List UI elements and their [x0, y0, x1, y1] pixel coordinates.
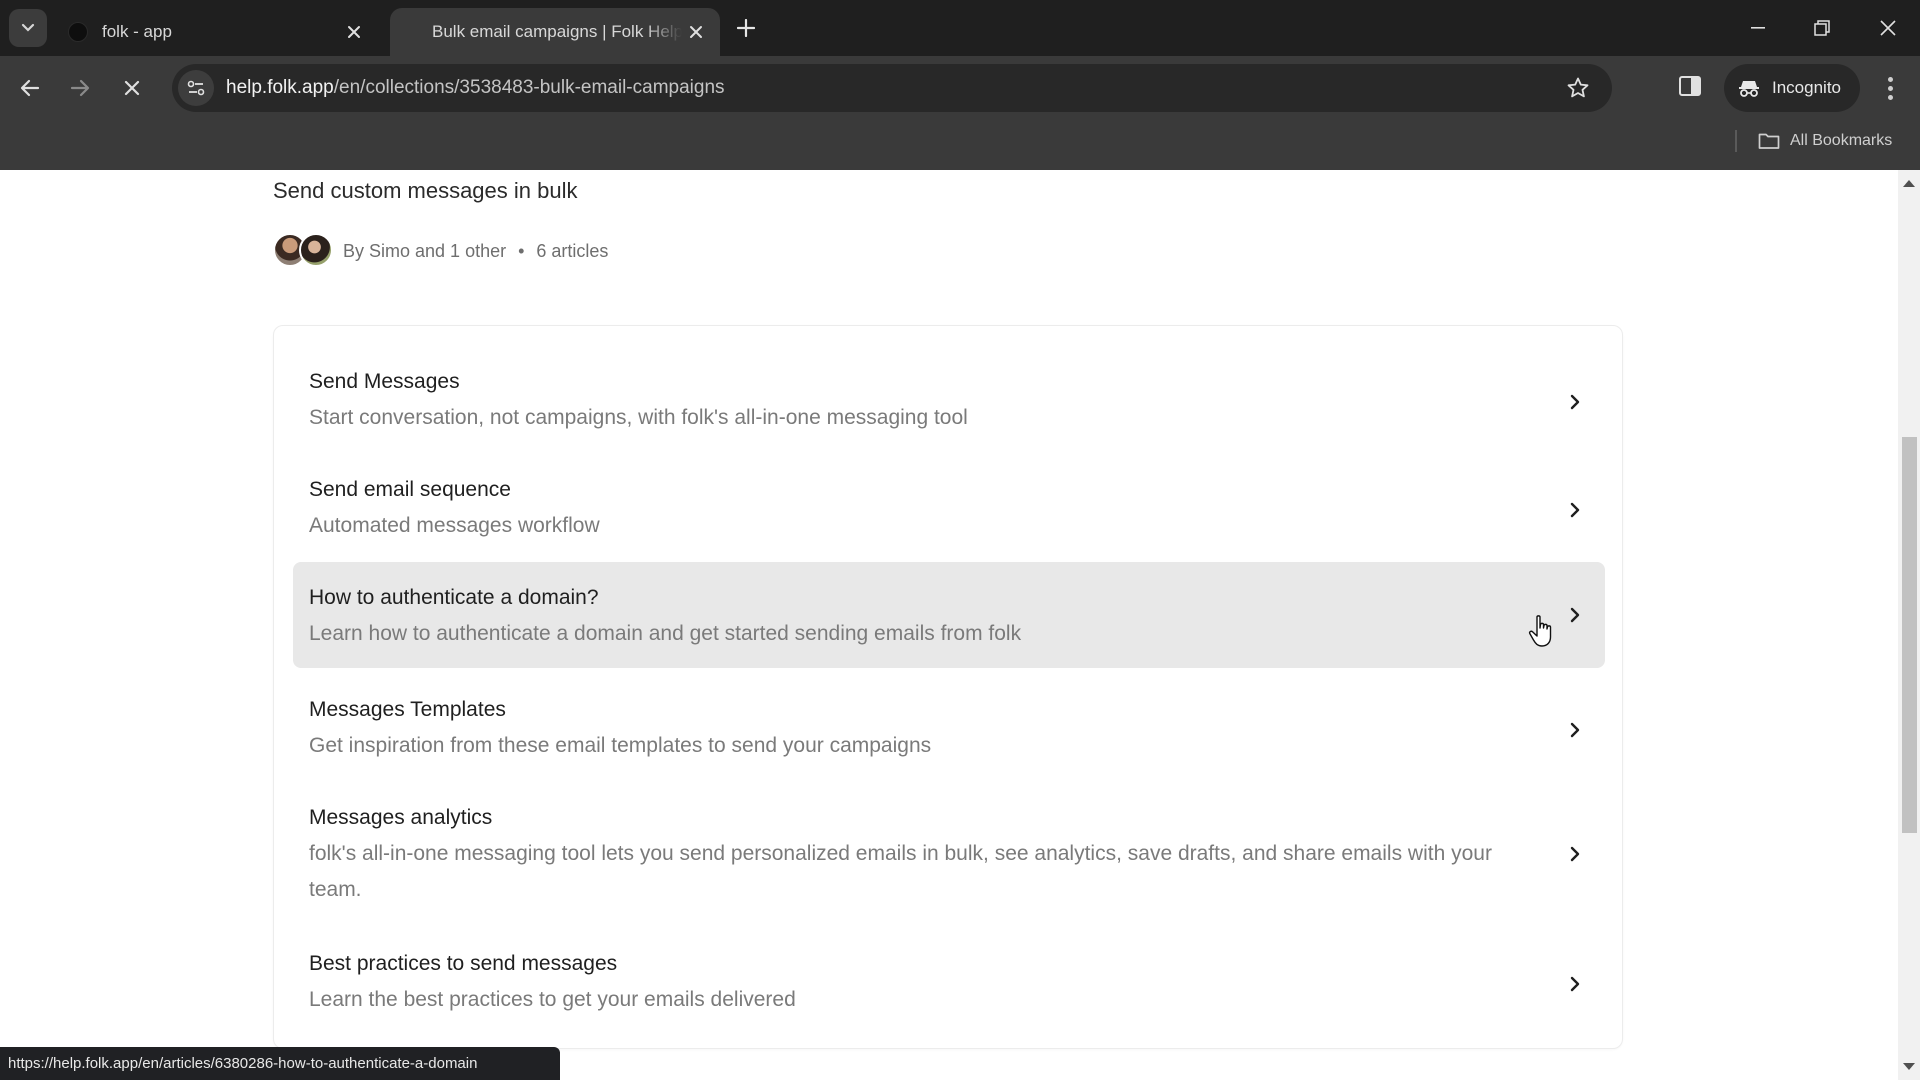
- address-bar[interactable]: help.folk.app/en/collections/3538483-bul…: [172, 64, 1612, 112]
- article-description: Learn the best practices to get your ema…: [309, 988, 796, 1011]
- chevron-right-icon: [1570, 394, 1580, 410]
- authors-text: By Simo and 1 other: [343, 240, 507, 261]
- article-description: folk's all-in-one messaging tool lets yo…: [309, 842, 1492, 901]
- forward-button[interactable]: [62, 70, 98, 106]
- hand-pointer-cursor-icon: [1528, 615, 1552, 647]
- article-description: Get inspiration from these email templat…: [309, 734, 932, 757]
- kebab-dot: [1887, 85, 1893, 91]
- article-row-send-email-sequence[interactable]: Send email sequence Automated messages w…: [293, 458, 1605, 558]
- incognito-label: Incognito: [1772, 78, 1841, 97]
- article-count: 6 articles: [536, 240, 609, 261]
- avatar: [299, 233, 333, 267]
- article-description: Start conversation, not campaigns, with …: [309, 406, 968, 429]
- tab-folk-app[interactable]: folk - app: [60, 8, 378, 56]
- all-bookmarks-button[interactable]: All Bookmarks: [1758, 126, 1892, 156]
- minimize-button[interactable]: [1738, 8, 1778, 48]
- close-icon: [690, 26, 702, 38]
- plus-icon: [737, 19, 755, 37]
- article-title: Best practices to send messages: [309, 952, 618, 975]
- article-row-messages-analytics[interactable]: Messages analytics folk's all-in-one mes…: [293, 786, 1605, 924]
- bookmark-star-icon[interactable]: [1566, 76, 1590, 100]
- side-panel-icon[interactable]: [1676, 72, 1704, 100]
- close-window-button[interactable]: [1868, 8, 1908, 48]
- chevron-right-icon: [1570, 607, 1580, 623]
- new-tab-button[interactable]: [730, 12, 762, 44]
- kebab-dot: [1887, 94, 1893, 100]
- chevron-right-icon: [1570, 846, 1580, 862]
- arrow-right-icon: [70, 79, 90, 97]
- article-description: Learn how to authenticate a domain and g…: [309, 622, 1022, 645]
- article-list: Send Messages Start conversation, not ca…: [273, 325, 1623, 1049]
- url-path: /en/collections/3538483-bulk-email-campa…: [333, 77, 725, 98]
- tune-icon: [187, 80, 205, 96]
- close-tab-button[interactable]: [682, 18, 710, 46]
- arrow-left-icon: [20, 79, 40, 97]
- incognito-icon: [1739, 81, 1759, 97]
- chevron-right-icon: [1570, 502, 1580, 518]
- article-title: How to authenticate a domain?: [309, 586, 599, 609]
- chevron-down-icon: [21, 23, 35, 32]
- url-text[interactable]: help.folk.app/en/collections/3538483-bul…: [226, 77, 725, 99]
- close-icon: [124, 80, 140, 96]
- restore-button[interactable]: [1802, 8, 1842, 48]
- separator-dot: •: [518, 240, 525, 261]
- author-avatars: [273, 233, 335, 269]
- article-title: Send Messages: [309, 370, 460, 393]
- page-scrollbar[interactable]: [1898, 170, 1920, 1080]
- all-bookmarks-label: All Bookmarks: [1790, 132, 1893, 149]
- tab-bulk-email-campaigns[interactable]: Bulk email campaigns | Folk Help Center: [390, 8, 720, 56]
- folder-icon: [1758, 133, 1780, 149]
- close-tab-button[interactable]: [340, 18, 368, 46]
- url-host: help.folk.app: [226, 77, 334, 98]
- close-icon: [348, 26, 360, 38]
- article-description: Automated messages workflow: [309, 514, 600, 537]
- stop-loading-button[interactable]: [114, 70, 150, 106]
- browser-chrome: folk - app Bulk email campaigns | Folk H…: [0, 0, 1920, 170]
- close-icon: [1880, 20, 1896, 36]
- link-status-bar: https://help.folk.app/en/articles/638028…: [0, 1047, 560, 1080]
- minimize-icon: [1751, 27, 1765, 29]
- article-row-authenticate-domain[interactable]: How to authenticate a domain? Learn how …: [293, 562, 1605, 668]
- scroll-up-arrow-icon[interactable]: [1903, 180, 1915, 187]
- article-row-messages-templates[interactable]: Messages Templates Get inspiration from …: [293, 678, 1605, 778]
- tab-title: folk - app: [102, 22, 172, 41]
- kebab-dot: [1887, 76, 1893, 82]
- article-row-best-practices[interactable]: Best practices to send messages Learn th…: [293, 932, 1605, 1032]
- scroll-thumb[interactable]: [1902, 437, 1917, 833]
- chevron-right-icon: [1570, 976, 1580, 992]
- article-title: Messages analytics: [309, 806, 493, 829]
- restore-icon: [1814, 20, 1830, 36]
- tab-strip: folk - app Bulk email campaigns | Folk H…: [0, 0, 1920, 56]
- tab-search-button[interactable]: [9, 9, 47, 47]
- folk-favicon-icon: [68, 22, 88, 42]
- scroll-down-arrow-icon[interactable]: [1903, 1063, 1915, 1070]
- page-content: Send custom messages in bulk By Simo and…: [0, 170, 1898, 1080]
- bookmarks-separator: [1735, 130, 1737, 152]
- chevron-right-icon: [1570, 722, 1580, 738]
- site-info-button[interactable]: [178, 70, 214, 106]
- incognito-profile-button[interactable]: Incognito: [1724, 64, 1860, 112]
- browser-menu-button[interactable]: [1876, 70, 1904, 106]
- article-title: Messages Templates: [309, 698, 506, 721]
- tab-title: Bulk email campaigns | Folk Help Center: [432, 22, 682, 41]
- bookmarks-bar: All Bookmarks: [0, 120, 1920, 170]
- author-row: By Simo and 1 other • 6 articles: [273, 233, 608, 269]
- collection-description: Send custom messages in bulk: [273, 178, 578, 203]
- loading-spinner-icon: [398, 22, 418, 42]
- article-title: Send email sequence: [309, 478, 511, 501]
- article-row-send-messages[interactable]: Send Messages Start conversation, not ca…: [293, 350, 1605, 450]
- back-button[interactable]: [12, 70, 48, 106]
- toolbar: help.folk.app/en/collections/3538483-bul…: [0, 56, 1920, 120]
